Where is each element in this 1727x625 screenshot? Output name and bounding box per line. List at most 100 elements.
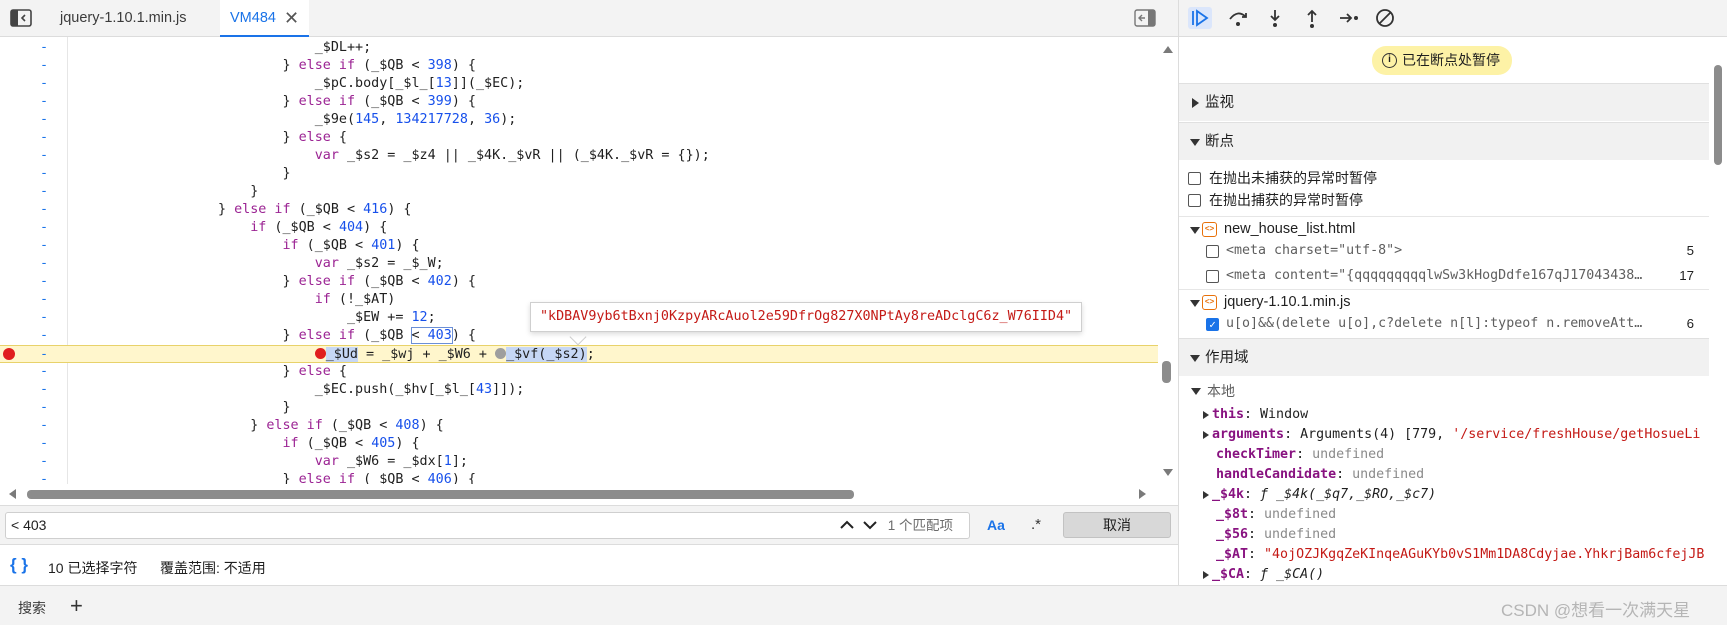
chevron-down-icon[interactable]	[859, 514, 881, 536]
line-marker[interactable]: -	[38, 93, 50, 111]
toggle-debugger-icon[interactable]	[1134, 9, 1156, 27]
breakpoint-file-group[interactable]: <> jquery-1.10.1.min.js	[1179, 289, 1727, 314]
vertical-scrollbar[interactable]	[1158, 37, 1178, 484]
pretty-print-icon[interactable]: { }	[10, 555, 28, 575]
paused-code-line[interactable]: - _$Ud = _$wj + _$W6 + _$vf(_$s2);	[0, 345, 1158, 363]
code-line[interactable]: - }	[0, 399, 1158, 417]
scope-variable[interactable]: _$4k: ƒ _$4k(_$q7,_$RO,_$c7)	[1179, 486, 1709, 504]
deactivate-breakpoints-icon[interactable]	[1373, 7, 1397, 29]
breakpoints-section-header[interactable]: 断点	[1179, 122, 1727, 160]
search-input[interactable]: < 403 1 个匹配项	[5, 512, 970, 539]
breakpoint-checkbox[interactable]	[1206, 270, 1219, 283]
line-marker[interactable]: -	[38, 255, 50, 273]
line-marker[interactable]: -	[38, 309, 50, 327]
scroll-right-icon[interactable]	[1139, 489, 1146, 499]
line-marker[interactable]: -	[38, 363, 50, 381]
close-icon[interactable]: ✕	[284, 0, 299, 37]
line-marker[interactable]: -	[38, 471, 50, 484]
sidebar-scroll-thumb[interactable]	[1714, 65, 1722, 165]
code-line[interactable]: - }	[0, 165, 1158, 183]
line-marker[interactable]: -	[38, 165, 50, 183]
code-line[interactable]: -} else if (_$QB < 416) {	[0, 201, 1158, 219]
chevron-up-icon[interactable]	[836, 514, 858, 536]
code-line[interactable]: - var _$s2 = _$_W;	[0, 255, 1158, 273]
tab-search[interactable]: 搜索	[18, 598, 46, 618]
resume-icon[interactable]	[1188, 7, 1212, 29]
line-marker[interactable]: -	[38, 273, 50, 291]
scope-variable[interactable]: checkTimer: undefined	[1179, 446, 1709, 464]
breakpoint-checkbox[interactable]	[1206, 245, 1219, 258]
code-line[interactable]: - if (_$QB < 401) {	[0, 237, 1158, 255]
pause-caught-option[interactable]: 在抛出捕获的异常时暂停	[1188, 189, 1363, 211]
scope-variable[interactable]: _$CA: ƒ _$CA()	[1179, 566, 1709, 584]
code-line[interactable]: - _$EC.push(_$hv[_$l_[43]]);	[0, 381, 1158, 399]
line-marker[interactable]: -	[38, 327, 50, 345]
line-marker[interactable]: -	[38, 57, 50, 75]
scope-variable[interactable]: handleCandidate: undefined	[1179, 466, 1709, 484]
step-into-icon[interactable]	[1263, 7, 1287, 29]
line-marker[interactable]: -	[38, 291, 50, 309]
line-marker[interactable]: -	[38, 219, 50, 237]
sidebar-scrollbar[interactable]	[1709, 37, 1727, 585]
breakpoint-file-group[interactable]: <> new_house_list.html	[1179, 216, 1727, 241]
scope-variable[interactable]: _$56: undefined	[1179, 526, 1709, 544]
code-line[interactable]: - _$9e(145, 134217728, 36);	[0, 111, 1158, 129]
code-line[interactable]: - } else if ( $QB < 406) {	[0, 471, 1158, 484]
line-marker[interactable]: -	[38, 147, 50, 165]
code-line[interactable]: - var _$W6 = _$dx[1];	[0, 453, 1158, 471]
horizontal-scrollbar[interactable]	[0, 484, 1158, 504]
scope-variable[interactable]: arguments: Arguments(4) [779, '/service/…	[1179, 426, 1709, 444]
line-marker[interactable]: -	[38, 453, 50, 471]
scope-variable[interactable]: _$AT: "4ojOZJKgqZeKInqeAGuKYb0vS1Mm1DA8C…	[1179, 546, 1709, 564]
plus-icon[interactable]: +	[70, 593, 83, 619]
regex-toggle[interactable]: .*	[1031, 516, 1041, 533]
line-marker[interactable]: -	[38, 129, 50, 147]
breakpoint-item[interactable]: <meta content="{qqqqqqqqqlwSw3kHogDdfe16…	[1179, 265, 1727, 287]
tab-jquery[interactable]: jquery-1.10.1.min.js	[50, 0, 197, 37]
code-line[interactable]: - } else if (_$QB < 402) {	[0, 273, 1158, 291]
line-marker[interactable]: -	[38, 75, 50, 93]
scroll-up-icon[interactable]	[1163, 46, 1173, 53]
line-marker[interactable]: -	[38, 183, 50, 201]
code-line[interactable]: - var _$s2 = _$z4 || _$4K._$vR || (_$4K.…	[0, 147, 1158, 165]
line-marker[interactable]: -	[38, 39, 50, 57]
pause-uncaught-checkbox[interactable]	[1188, 172, 1201, 185]
code-line[interactable]: - }	[0, 183, 1158, 201]
step-icon[interactable]	[1337, 7, 1361, 29]
cancel-button[interactable]: 取消	[1063, 512, 1171, 538]
line-marker[interactable]: -	[38, 346, 50, 364]
code-line[interactable]: - if (_$QB < 405) {	[0, 435, 1158, 453]
scroll-left-icon[interactable]	[9, 489, 16, 499]
breakpoint-item[interactable]: ✓ u[o]&&(delete u[o],c?delete n[l]:typeo…	[1179, 313, 1727, 335]
code-line[interactable]: - if (_$QB < 404) {	[0, 219, 1158, 237]
watch-section-header[interactable]: 监视	[1179, 83, 1727, 121]
step-out-icon[interactable]	[1300, 7, 1324, 29]
code-view[interactable]: - _$DL++; - } else if (_$QB < 398) {- _$p…	[0, 37, 1158, 484]
code-line[interactable]: - } else {	[0, 363, 1158, 381]
code-line[interactable]: - } else if (_$QB < 408) {	[0, 417, 1158, 435]
breakpoint-checkbox[interactable]: ✓	[1206, 318, 1219, 331]
code-line[interactable]: - _$DL++;	[0, 39, 1158, 57]
breakpoint-marker-icon[interactable]	[3, 348, 15, 360]
match-case-toggle[interactable]: Aa	[987, 517, 1005, 533]
step-over-icon[interactable]	[1226, 7, 1250, 29]
scroll-down-icon[interactable]	[1163, 469, 1173, 476]
code-line[interactable]: - } else if (_$QB < 399) {	[0, 93, 1158, 111]
code-line[interactable]: - _$pC.body[_$l_[13]](_$EC);	[0, 75, 1158, 93]
line-marker[interactable]: -	[38, 435, 50, 453]
code-line[interactable]: - } else {	[0, 129, 1158, 147]
scope-variable[interactable]: this: Window	[1179, 406, 1709, 424]
local-scope-header[interactable]: 本地	[1179, 382, 1709, 400]
line-marker[interactable]: -	[38, 237, 50, 255]
line-marker[interactable]: -	[38, 399, 50, 417]
tab-vm484[interactable]: VM484 ✕	[220, 0, 310, 37]
scope-variable[interactable]: _$8t: undefined	[1179, 506, 1709, 524]
line-marker[interactable]: -	[38, 417, 50, 435]
hscroll-thumb[interactable]	[27, 490, 854, 499]
code-line[interactable]: - } else if (_$QB < 398) {	[0, 57, 1158, 75]
pause-caught-checkbox[interactable]	[1188, 194, 1201, 207]
line-marker[interactable]: -	[38, 201, 50, 219]
pause-uncaught-option[interactable]: 在抛出未捕获的异常时暂停	[1188, 167, 1377, 189]
line-marker[interactable]: -	[38, 111, 50, 129]
toggle-navigator-icon[interactable]	[10, 9, 32, 27]
